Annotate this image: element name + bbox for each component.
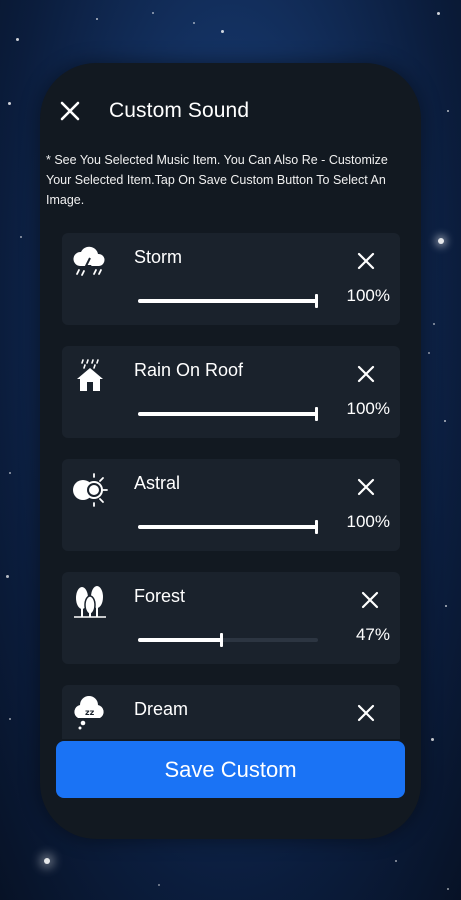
slider-thumb[interactable]: [219, 633, 223, 647]
remove-icon[interactable]: [358, 588, 382, 612]
storm-cloud-icon: [70, 243, 110, 283]
volume-percent: 100%: [346, 286, 390, 305]
slider-fill: [138, 412, 318, 416]
remove-icon[interactable]: [354, 362, 378, 386]
volume-percent: 100%: [346, 399, 390, 418]
page-title: Custom Sound: [109, 99, 250, 122]
slider-fill: [138, 299, 318, 303]
sound-item-astral: Astral 100%: [62, 459, 400, 551]
slider-fill: [138, 638, 223, 642]
close-icon[interactable]: [54, 95, 86, 127]
svg-text:zz: zz: [85, 708, 95, 717]
sound-item-storm: Storm 100%: [62, 233, 400, 325]
volume-slider[interactable]: [138, 520, 318, 534]
slider-fill: [138, 525, 318, 529]
info-text: * See You Selected Music Item. You Can A…: [46, 153, 388, 207]
slider-thumb[interactable]: [315, 520, 318, 534]
dream-cloud-icon: zz: [70, 695, 110, 735]
sound-item-forest: Forest 47%: [62, 572, 400, 664]
volume-slider[interactable]: [138, 407, 318, 421]
sound-name: Astral: [134, 473, 181, 493]
slider-thumb[interactable]: [315, 294, 318, 308]
slider-thumb[interactable]: [315, 407, 318, 421]
sound-item-rain-on-roof: Rain On Roof 100%: [62, 346, 400, 438]
sound-name: Dream: [134, 699, 189, 719]
dialog-header: Custom Sound: [40, 63, 421, 158]
volume-slider[interactable]: [138, 294, 318, 308]
rain-house-icon: [70, 356, 110, 396]
custom-sound-dialog: Custom Sound * See You Selected Music It…: [40, 63, 421, 839]
sound-name: Rain On Roof: [134, 360, 244, 380]
volume-percent: 47%: [355, 625, 390, 644]
save-custom-button[interactable]: Save Custom: [56, 741, 405, 798]
sound-name: Storm: [134, 247, 183, 267]
remove-icon[interactable]: [354, 249, 378, 273]
volume-percent: 100%: [346, 512, 390, 531]
sound-item-dream: zz Dream: [62, 685, 400, 739]
astral-icon: [70, 469, 110, 509]
sound-list: Storm 100% Rain On Roof 100% Astral 100%…: [62, 233, 400, 739]
sound-name: Forest: [134, 586, 186, 606]
remove-icon[interactable]: [354, 701, 378, 725]
volume-slider[interactable]: [138, 633, 318, 647]
remove-icon[interactable]: [354, 475, 378, 499]
forest-trees-icon: [70, 582, 110, 622]
